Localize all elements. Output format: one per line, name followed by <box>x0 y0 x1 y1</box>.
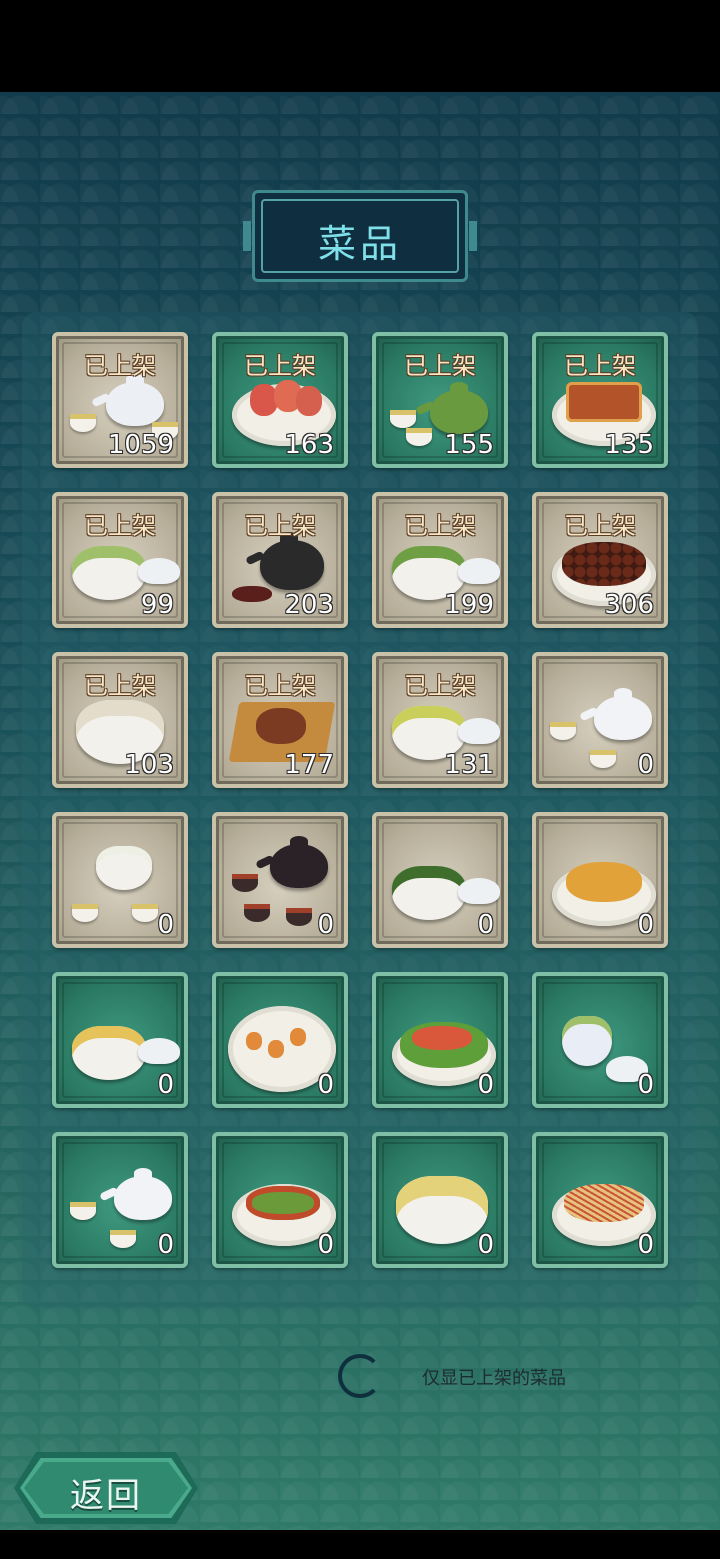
dish-count: 0 <box>157 1070 174 1100</box>
dish-count: 199 <box>444 590 494 620</box>
dish-count: 0 <box>317 910 334 940</box>
dish-card[interactable]: 0 <box>212 812 348 948</box>
title-plaque: 菜品 <box>243 190 477 282</box>
dish-count: 163 <box>284 430 334 460</box>
dish-card[interactable]: 0 <box>52 972 188 1108</box>
filter-toggle-label: 仅显已上架的菜品 <box>422 1368 566 1389</box>
dish-card[interactable]: 已上架 177 <box>212 652 348 788</box>
dish-count: 131 <box>444 750 494 780</box>
dish-status-label: 已上架 <box>404 672 476 700</box>
dish-count: 103 <box>124 750 174 780</box>
dish-card[interactable]: 0 <box>372 972 508 1108</box>
dish-count: 0 <box>477 1070 494 1100</box>
dish-card[interactable]: 0 <box>532 1132 668 1268</box>
dish-status-label: 已上架 <box>244 672 316 700</box>
dish-count: 1059 <box>107 430 174 460</box>
dish-status-label: 已上架 <box>244 352 316 380</box>
dish-count: 135 <box>604 430 654 460</box>
dish-card[interactable]: 0 <box>372 812 508 948</box>
dish-count: 0 <box>477 1230 494 1260</box>
dish-card[interactable]: 0 <box>52 812 188 948</box>
dish-status-label: 已上架 <box>404 512 476 540</box>
dish-count: 0 <box>157 1230 174 1260</box>
dish-count: 0 <box>637 1230 654 1260</box>
dish-count: 0 <box>317 1070 334 1100</box>
dish-card[interactable]: 0 <box>532 812 668 948</box>
filter-toggle-button[interactable] <box>338 1354 382 1398</box>
dish-card[interactable]: 已上架 155 <box>372 332 508 468</box>
dish-status-label: 已上架 <box>84 672 156 700</box>
dish-count: 99 <box>140 590 174 620</box>
dish-count: 155 <box>444 430 494 460</box>
dish-count: 306 <box>604 590 654 620</box>
page-title: 菜品 <box>317 222 402 266</box>
dish-card[interactable]: 已上架 99 <box>52 492 188 628</box>
dish-card[interactable]: 0 <box>52 1132 188 1268</box>
dish-status-label: 已上架 <box>564 352 636 380</box>
dish-status-label: 已上架 <box>84 352 156 380</box>
dish-status-label: 已上架 <box>84 512 156 540</box>
dish-card[interactable]: 已上架 1059 <box>52 332 188 468</box>
back-button-label: 返回 <box>70 1476 142 1516</box>
navigation-bar-area <box>0 1530 720 1559</box>
dish-count: 203 <box>284 590 334 620</box>
dish-card[interactable]: 0 <box>532 652 668 788</box>
dish-card[interactable]: 已上架 103 <box>52 652 188 788</box>
dish-status-label: 已上架 <box>244 512 316 540</box>
back-button[interactable]: 返回 <box>14 1452 198 1524</box>
dish-card[interactable]: 已上架 199 <box>372 492 508 628</box>
dish-card[interactable]: 已上架 163 <box>212 332 348 468</box>
dish-count: 0 <box>637 910 654 940</box>
dish-count: 0 <box>157 910 174 940</box>
dish-count: 0 <box>637 750 654 780</box>
dish-count: 177 <box>284 750 334 780</box>
dish-count: 0 <box>477 910 494 940</box>
dish-card[interactable]: 已上架 135 <box>532 332 668 468</box>
dish-count: 0 <box>317 1230 334 1260</box>
dish-card[interactable]: 已上架 131 <box>372 652 508 788</box>
status-bar-area <box>0 0 720 92</box>
dish-card[interactable]: 0 <box>212 1132 348 1268</box>
dish-status-label: 已上架 <box>404 352 476 380</box>
dish-card[interactable]: 0 <box>212 972 348 1108</box>
dish-card[interactable]: 0 <box>532 972 668 1108</box>
dish-count: 0 <box>637 1070 654 1100</box>
dish-card[interactable]: 已上架 203 <box>212 492 348 628</box>
dish-status-label: 已上架 <box>564 512 636 540</box>
dish-card[interactable]: 已上架 306 <box>532 492 668 628</box>
dish-card[interactable]: 0 <box>372 1132 508 1268</box>
